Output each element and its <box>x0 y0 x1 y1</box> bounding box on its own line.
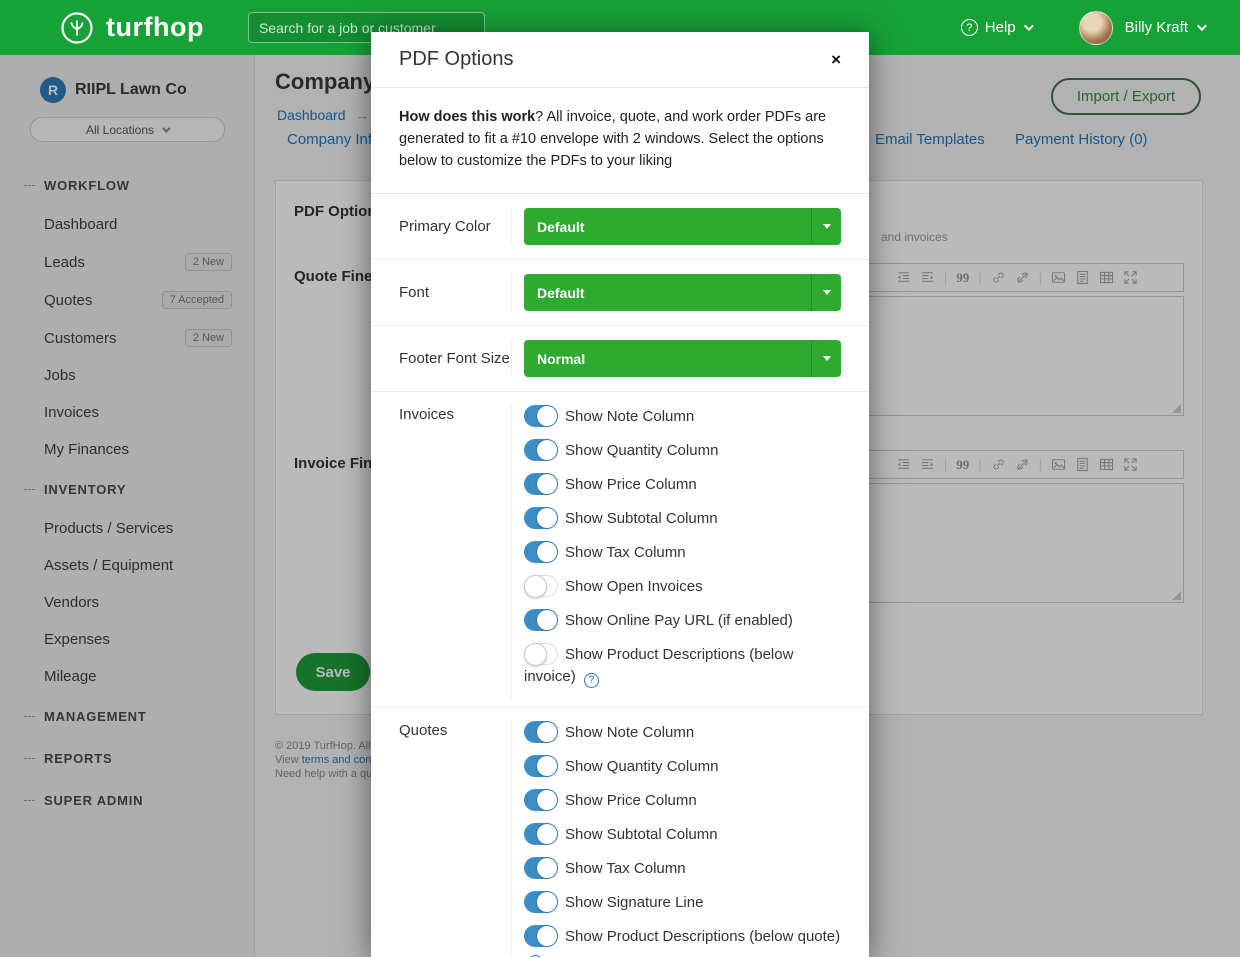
toggle-label: Show Quantity Column <box>565 758 718 775</box>
font-label: Font <box>399 283 511 303</box>
toggle-label: Show Note Column <box>565 408 694 425</box>
sprinkler-logo-icon <box>60 11 94 45</box>
quotes-show-note-column-toggle[interactable] <box>524 721 558 743</box>
quotes-toggles: Show Note Column Show Quantity Column Show… <box>511 721 841 957</box>
topbar-right-group: ? Help Billy Kraft <box>961 11 1204 45</box>
toggle-row: Show Tax Column <box>524 857 841 880</box>
toggle-row: Show Open Invoices <box>524 575 841 598</box>
select-value: Default <box>537 219 584 235</box>
modal-section-invoices: Invoices Show Note Column Show Quantity Co… <box>371 392 869 708</box>
invoices-show-price-column-toggle[interactable] <box>524 473 558 495</box>
modal-form-rows: Primary Color Default Font Default Footer Fo… <box>371 194 869 957</box>
chevron-down-icon <box>811 274 841 311</box>
toggle-row: Show Quantity Column <box>524 439 841 462</box>
help-menu[interactable]: Help <box>985 19 1016 36</box>
turfhop-logo[interactable]: turfhop <box>60 11 204 45</box>
quotes-show-tax-column-toggle[interactable] <box>524 857 558 879</box>
quotes-show-subtotal-column-toggle[interactable] <box>524 823 558 845</box>
toggle-label: Show Price Column <box>565 792 697 809</box>
toggle-label: Show Quantity Column <box>565 442 718 459</box>
quotes-show-quantity-column-toggle[interactable] <box>524 755 558 777</box>
font-control: Default <box>511 274 841 311</box>
modal-header: PDF Options × <box>371 32 869 88</box>
toggle-label: Show Product Descriptions (below quote) <box>565 928 840 945</box>
toggle-label: Show Price Column <box>565 476 697 493</box>
toggle-label: Show Tax Column <box>565 544 686 561</box>
toggle-label: Show Open Invoices <box>565 578 703 595</box>
chevron-down-icon <box>1024 21 1034 31</box>
footer-font-size-select[interactable]: Normal <box>524 340 841 377</box>
toggle-label: Show Product Descriptions (below invoice… <box>524 646 793 685</box>
invoices-show-online-pay-url-if-enabled-toggle[interactable] <box>524 609 558 631</box>
intro-bold: How does this work <box>399 109 535 125</box>
footer-font-size-control: Normal <box>511 340 841 377</box>
toggle-row: Show Subtotal Column <box>524 507 841 530</box>
toggle-row: Show Online Pay URL (if enabled) <box>524 609 841 632</box>
modal-title: PDF Options <box>399 48 513 71</box>
brand-name: turfhop <box>106 12 204 43</box>
chevron-down-icon <box>811 208 841 245</box>
toggle-row: Show Quantity Column <box>524 755 841 778</box>
modal-row-primary-color: Primary Color Default <box>371 194 869 260</box>
modal-row-font: Font Default <box>371 260 869 326</box>
toggle-label: Show Online Pay URL (if enabled) <box>565 612 793 629</box>
primary-color-select[interactable]: Default <box>524 208 841 245</box>
font-select[interactable]: Default <box>524 274 841 311</box>
help-icon[interactable]: ? <box>584 673 599 688</box>
footer-font-size-label: Footer Font Size <box>399 349 511 369</box>
toggle-label: Show Note Column <box>565 724 694 741</box>
toggle-row: Show Product Descriptions (below quote) … <box>524 925 841 957</box>
invoices-show-subtotal-column-toggle[interactable] <box>524 507 558 529</box>
toggle-row: Show Subtotal Column <box>524 823 841 846</box>
modal-section-quotes: Quotes Show Note Column Show Quantity Colu… <box>371 708 869 957</box>
user-menu[interactable]: Billy Kraft <box>1125 19 1188 36</box>
toggle-label: Show Subtotal Column <box>565 510 718 527</box>
toggle-label: Show Signature Line <box>565 894 703 911</box>
toggle-row: Show Price Column <box>524 473 841 496</box>
invoices-show-note-column-toggle[interactable] <box>524 405 558 427</box>
toggle-row: Show Tax Column <box>524 541 841 564</box>
primary-color-label: Primary Color <box>399 217 511 237</box>
quotes-show-price-column-toggle[interactable] <box>524 789 558 811</box>
invoices-show-tax-column-toggle[interactable] <box>524 541 558 563</box>
invoices-show-open-invoices-toggle[interactable] <box>524 575 558 597</box>
invoices-toggles: Show Note Column Show Quantity Column Show… <box>511 405 841 699</box>
quotes-show-product-descriptions-below-quote-toggle[interactable] <box>524 925 558 947</box>
toggle-label: Show Subtotal Column <box>565 826 718 843</box>
toggle-row: Show Note Column <box>524 721 841 744</box>
app-window: turfhop ? Help Billy Kraft R RIIPL Lawn … <box>0 0 1240 957</box>
toggle-row: Show Note Column <box>524 405 841 428</box>
invoices-show-product-descriptions-below-invoice-toggle[interactable] <box>524 643 558 665</box>
toggle-row: Show Product Descriptions (below invoice… <box>524 643 841 688</box>
chevron-down-icon <box>1197 21 1207 31</box>
toggle-label: Show Tax Column <box>565 860 686 877</box>
help-icon[interactable]: ? <box>961 19 978 36</box>
invoices-show-quantity-column-toggle[interactable] <box>524 439 558 461</box>
toggle-row: Show Signature Line <box>524 891 841 914</box>
quotes-label: Quotes <box>399 721 511 957</box>
user-avatar[interactable] <box>1079 11 1113 45</box>
chevron-down-icon <box>811 340 841 377</box>
modal-row-footer-font-size: Footer Font Size Normal <box>371 326 869 392</box>
select-value: Default <box>537 285 584 301</box>
modal-intro: How does this work? All invoice, quote, … <box>371 88 869 194</box>
primary-color-control: Default <box>511 208 841 245</box>
select-value: Normal <box>537 351 585 367</box>
close-icon[interactable]: × <box>831 51 841 68</box>
pdf-options-modal: PDF Options × How does this work? All in… <box>371 32 869 957</box>
quotes-show-signature-line-toggle[interactable] <box>524 891 558 913</box>
invoices-label: Invoices <box>399 405 511 699</box>
toggle-row: Show Price Column <box>524 789 841 812</box>
